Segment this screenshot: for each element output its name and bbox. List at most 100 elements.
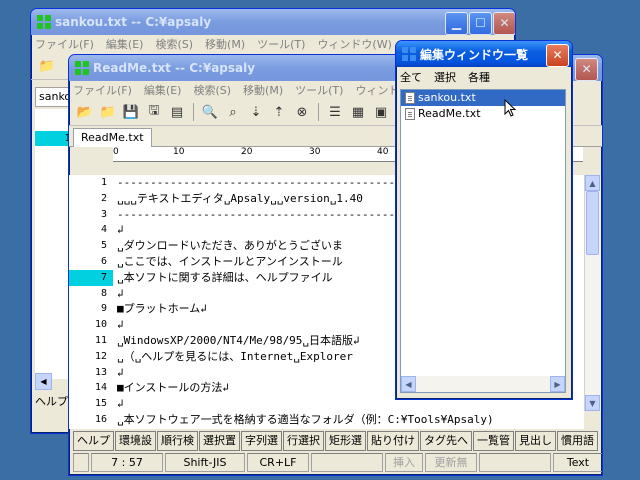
menu-file[interactable]: ファイル(F) [73, 82, 132, 98]
list-hscroll[interactable]: ◀ ▶ [401, 376, 565, 392]
readme-vscroll[interactable]: ▲ ▼ [584, 175, 601, 411]
doc-grid-icon[interactable]: ▣ [371, 102, 391, 122]
list-item-sankou[interactable]: sankou.txt [401, 90, 565, 106]
menu-tool[interactable]: ツール(T) [257, 36, 305, 52]
window-list-icon [402, 47, 416, 61]
line-number: 14 [94, 382, 107, 394]
status-gap [311, 453, 383, 472]
fkey-select-line[interactable]: 行選択 [283, 431, 324, 451]
list-item-readme[interactable]: ReadMe.txt [401, 106, 565, 122]
fkey-list-manage[interactable]: 一覧管 [473, 431, 514, 451]
window-list[interactable]: sankou.txt ReadMe.txt ◀ ▶ [400, 89, 566, 393]
tab-readme[interactable]: ReadMe.txt [73, 128, 152, 147]
fkey-headings[interactable]: 見出し [515, 431, 556, 451]
mouse-cursor-icon [504, 99, 516, 117]
popup-close-button[interactable]: ✕ [546, 44, 569, 67]
menu-all[interactable]: 全て [400, 69, 422, 85]
status-encoding: Shift-JIS [165, 453, 245, 472]
fkey-phrases[interactable]: 慣用語 [557, 431, 598, 451]
new-file-icon[interactable]: 📁 [37, 56, 57, 76]
scroll-down-button[interactable]: ▼ [585, 395, 600, 411]
line-number: 10 [94, 319, 107, 331]
line-number: 11 [94, 334, 107, 346]
back-status-help: ヘルプ [35, 395, 68, 408]
fkey-settings[interactable]: 環境設 [115, 431, 156, 451]
line-number: 5 [100, 240, 107, 252]
back-editor[interactable]: 1 [35, 109, 71, 379]
menu-edit[interactable]: 編集(E) [144, 82, 182, 98]
menu-tool[interactable]: ツール(T) [295, 82, 343, 98]
binoculars-icon[interactable]: ⊗ [292, 102, 312, 122]
function-key-bar: ヘルプ 環境設 順行検 選択置 字列選 行選択 矩形選 貼り付け タグ先へ 一覧… [73, 431, 598, 451]
status-gap [479, 453, 551, 472]
search-icon[interactable]: 🔍 [200, 102, 220, 122]
back-window-titlebar[interactable]: sankou.txt -- C:¥apsaly ▁ ☐ ✕ [31, 9, 515, 35]
menu-various[interactable]: 各種 [468, 69, 490, 85]
ruler-label: 10 [173, 147, 185, 157]
print-icon[interactable]: ▤ [167, 102, 187, 122]
line-number: 3 [100, 208, 107, 220]
readme-close-button[interactable]: ✕ [575, 58, 598, 81]
window-list-popup[interactable]: 編集ウィンドウ一覧 ✕ 全て 選択 各種 sankou.txt ReadMe.t… [395, 40, 573, 400]
ruler-label: 20 [241, 147, 253, 157]
menu-move[interactable]: 移動(M) [205, 36, 245, 52]
text-file-icon [405, 92, 415, 104]
line-number: 4 [100, 224, 107, 236]
back-hscroll-left[interactable]: ◀ [35, 373, 52, 390]
scroll-right-button[interactable]: ▶ [550, 376, 565, 392]
menu-move[interactable]: 移動(M) [243, 82, 283, 98]
readme-title: ReadMe.txt -- C:¥apsaly [93, 61, 256, 75]
fkey-replace[interactable]: 選択置 [199, 431, 240, 451]
menu-search[interactable]: 検索(S) [193, 82, 231, 98]
minimize-button[interactable]: ▁ [445, 12, 468, 35]
fkey-paste[interactable]: 貼り付け [367, 431, 419, 451]
line-number: 16 [94, 413, 107, 425]
line-number: 2 [100, 192, 107, 204]
line-number: 9 [100, 303, 107, 315]
search-up-icon[interactable]: ⇡ [269, 102, 289, 122]
app-icon [75, 61, 89, 75]
fkey-select-string[interactable]: 字列選 [241, 431, 282, 451]
new-file-icon[interactable]: 📂 [75, 102, 95, 122]
list-item-label: ReadMe.txt [418, 107, 481, 120]
ruler-label: 40 [377, 147, 389, 157]
menu-select[interactable]: 選択 [434, 69, 456, 85]
toolbar-separator [318, 103, 319, 121]
popup-titlebar[interactable]: 編集ウィンドウ一覧 ✕ [396, 41, 572, 67]
menu-search[interactable]: 検索(S) [155, 36, 193, 52]
menu-edit[interactable]: 編集(E) [106, 36, 144, 52]
current-line-number: 7 [69, 269, 113, 286]
ruler-label: 0 [113, 147, 119, 157]
close-button[interactable]: ✕ [493, 12, 515, 35]
line-number: 8 [100, 287, 107, 299]
status-newline: CR+LF [247, 453, 309, 472]
menu-window[interactable]: ウィンドウ(W) [317, 36, 391, 52]
app-icon [37, 15, 51, 29]
save-icon[interactable]: 💾 [121, 102, 141, 122]
document-icon[interactable]: ☰ [325, 102, 345, 122]
fkey-select-rect[interactable]: 矩形選 [325, 431, 366, 451]
status-position: 7 : 57 [91, 453, 163, 472]
fkey-forward-search[interactable]: 順行検 [157, 431, 198, 451]
line-number-gutter: 1 2 3 4 5 6 7 8 9 10 11 12 13 14 15 16 [69, 175, 113, 429]
search-next-icon[interactable]: ⌕ [223, 102, 243, 122]
line-number: 1 [100, 177, 107, 188]
maximize-button[interactable]: ☐ [469, 12, 492, 35]
scroll-left-button[interactable]: ◀ [401, 376, 416, 392]
scroll-up-button[interactable]: ▲ [585, 175, 600, 191]
scroll-thumb[interactable] [586, 191, 599, 255]
status-modified: 更新無 [425, 453, 477, 472]
open-file-icon[interactable]: 📁 [98, 102, 118, 122]
ruler-label: 30 [309, 147, 321, 157]
menu-file[interactable]: ファイル(F) [35, 36, 94, 52]
search-down-icon[interactable]: ⇣ [246, 102, 266, 122]
fkey-tag-jump[interactable]: タグ先へ [420, 431, 472, 451]
menu-window[interactable]: ウィンド [355, 82, 399, 98]
back-current-line: 1 [35, 131, 71, 146]
save-as-icon[interactable]: 🖫 [144, 102, 164, 122]
popup-title: 編集ウィンドウ一覧 [420, 47, 529, 62]
popup-menubar: 全て 選択 各種 [396, 67, 572, 87]
list-icon[interactable]: ▦ [348, 102, 368, 122]
toolbar-separator [193, 103, 194, 121]
fkey-help[interactable]: ヘルプ [73, 431, 114, 451]
